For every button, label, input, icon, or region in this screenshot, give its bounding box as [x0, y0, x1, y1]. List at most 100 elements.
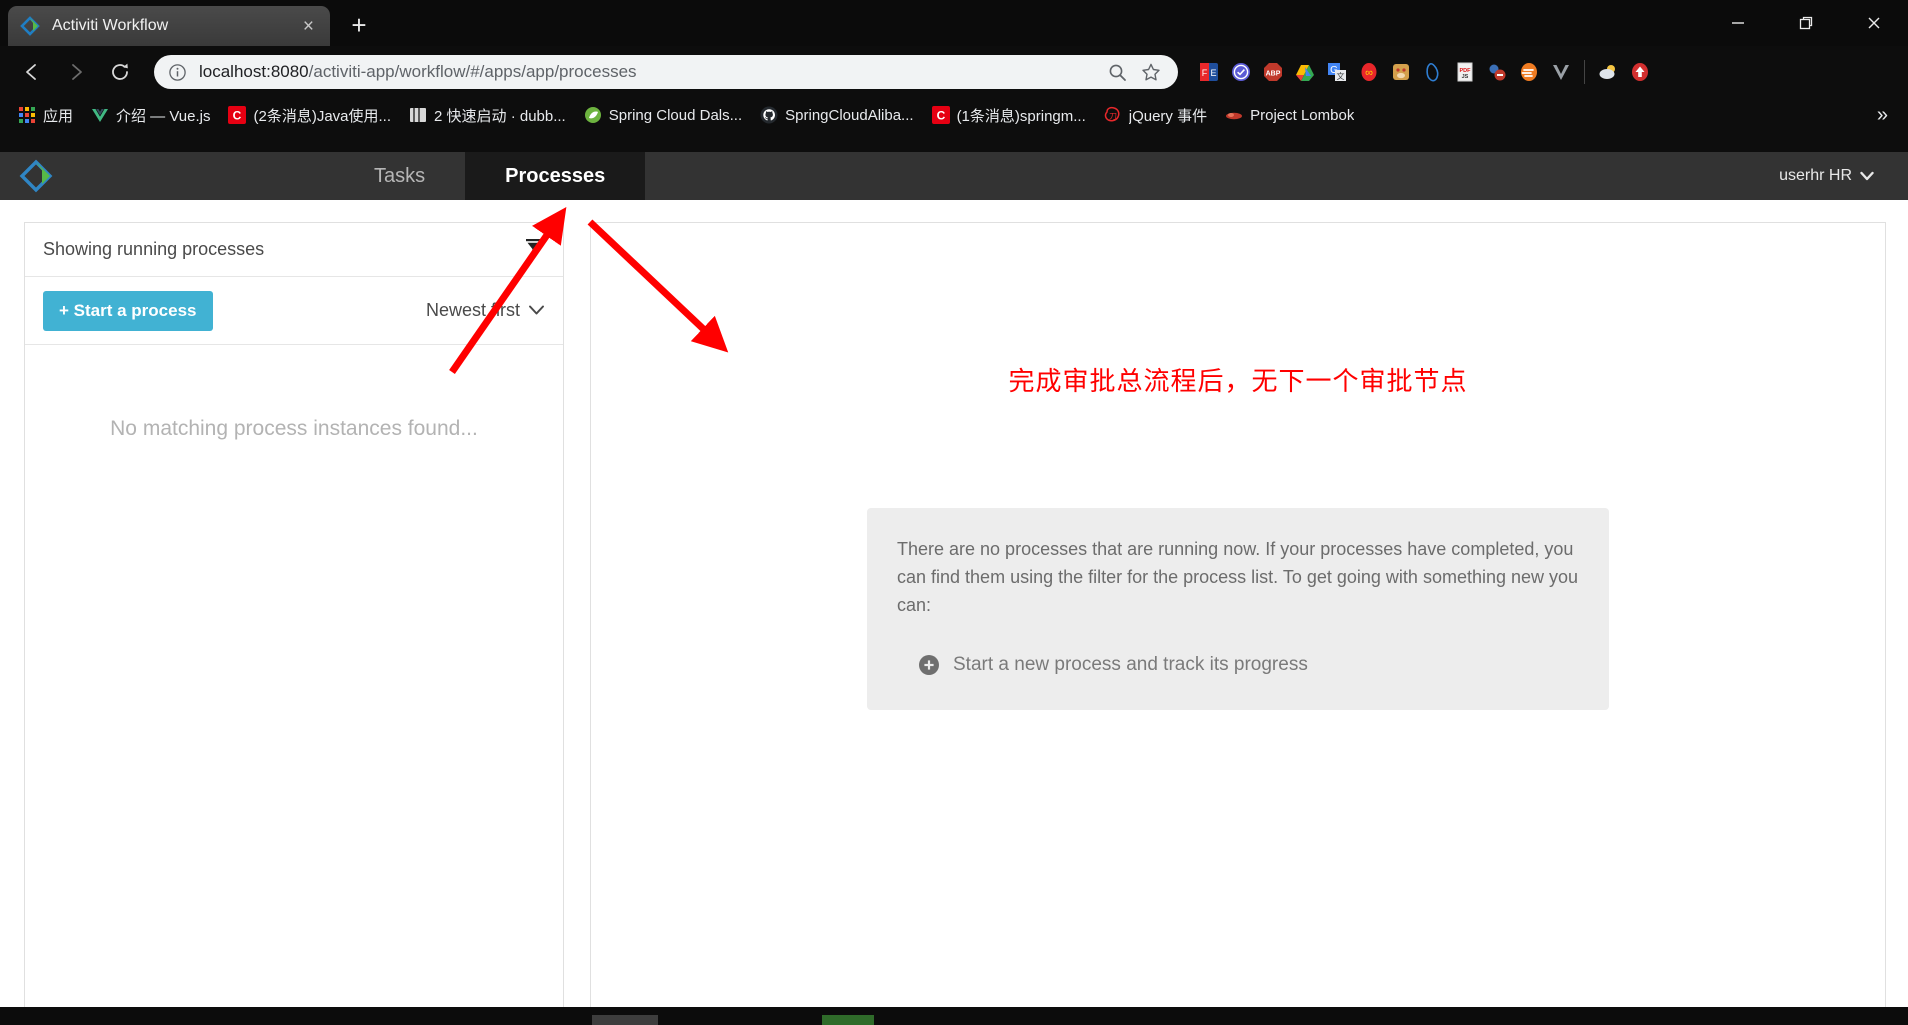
minimize-icon[interactable]	[1704, 0, 1772, 46]
smartupload-extension-icon[interactable]	[1482, 57, 1512, 87]
chinese-annotation-text: 完成审批总流程后，无下一个审批节点	[591, 361, 1885, 398]
back-button-icon[interactable]	[12, 52, 52, 92]
vuejs-icon	[91, 106, 109, 124]
tab-processes[interactable]: Processes	[465, 152, 645, 200]
xunlei-extension-icon[interactable]	[1514, 57, 1544, 87]
taskbar-item-b	[822, 1015, 874, 1025]
jquery-icon: 刀	[1104, 106, 1122, 124]
bookmark-item-dubbo[interactable]: 2 快速启动 · dubb...	[401, 101, 574, 130]
svg-text:F: F	[1202, 68, 1208, 78]
info-paragraph: There are no processes that are running …	[897, 536, 1579, 620]
forward-button-icon[interactable]	[56, 52, 96, 92]
info-circle-icon[interactable]	[168, 63, 187, 82]
chevron-down-icon	[1860, 169, 1874, 184]
start-process-button[interactable]: + Start a process	[43, 291, 213, 331]
svg-text:ABP: ABP	[1266, 71, 1281, 78]
svg-text:∞: ∞	[1365, 67, 1373, 79]
activiti-logo-icon[interactable]	[0, 152, 72, 200]
maximize-icon[interactable]	[1772, 0, 1840, 46]
app-body: Showing running processes + Start a proc…	[0, 200, 1908, 1007]
plus-circle-icon	[919, 655, 939, 675]
tampermonkey-extension-icon[interactable]	[1386, 57, 1416, 87]
fe-helper-extension-icon[interactable]: FE	[1194, 57, 1224, 87]
extensions-bar: FE ABP G文 ∞ PDFJS	[1188, 57, 1655, 87]
bookmarks-bar: 应用 介绍 — Vue.js C (2条消息)Java使用... 2 快速启动 …	[0, 98, 1908, 132]
taskbar-strip	[0, 1007, 1908, 1025]
google-translate-extension-icon[interactable]: G文	[1322, 57, 1352, 87]
apps-grid-icon	[18, 106, 36, 124]
star-icon[interactable]	[1138, 59, 1164, 85]
bookmark-item-lombok[interactable]: Project Lombok	[1217, 102, 1362, 128]
browser-window: Activiti Workflow × +	[0, 0, 1908, 1025]
bookmark-label: 应用	[43, 105, 73, 126]
browser-toolbar: localhost:8080/activiti-app/workflow/#/a…	[0, 46, 1908, 98]
new-tab-button[interactable]: +	[340, 6, 378, 44]
user-name: userhr HR	[1779, 167, 1852, 185]
process-filter-header: Showing running processes	[25, 223, 563, 277]
app-nav-tabs: Tasks Processes	[334, 152, 645, 200]
bookmark-item-jquery[interactable]: 刀 jQuery 事件	[1096, 101, 1215, 130]
google-drive-extension-icon[interactable]	[1290, 57, 1320, 87]
chevron-down-icon	[528, 300, 545, 321]
bookmark-item-csdn-springm[interactable]: C (1条消息)springm...	[924, 101, 1094, 130]
bookmark-item-apps[interactable]: 应用	[10, 101, 81, 130]
start-new-process-link[interactable]: Start a new process and track its progre…	[897, 654, 1579, 676]
bookmark-label: (2条消息)Java使用...	[253, 105, 391, 126]
bookmark-label: Project Lombok	[1250, 107, 1354, 124]
bookmark-item-spring-cloud[interactable]: Spring Cloud Dals...	[576, 102, 750, 128]
adblock-plus-extension-icon[interactable]: ABP	[1258, 57, 1288, 87]
github-icon	[760, 106, 778, 124]
bookmark-label: jQuery 事件	[1129, 105, 1207, 126]
app-navbar: Tasks Processes userhr HR	[0, 152, 1908, 200]
no-processes-info-box: There are no processes that are running …	[867, 508, 1609, 710]
svg-text:刀: 刀	[1109, 112, 1117, 121]
tab-close-icon[interactable]: ×	[299, 17, 318, 36]
upload-extension-icon[interactable]	[1625, 57, 1655, 87]
activiti-diamond-icon	[20, 16, 40, 36]
start-new-process-link-label: Start a new process and track its progre…	[953, 654, 1308, 676]
url-text: localhost:8080/activiti-app/workflow/#/a…	[199, 62, 1096, 82]
filter-status-label: Showing running processes	[43, 239, 264, 260]
bookmark-label: 2 快速启动 · dubb...	[434, 105, 566, 126]
sort-order-label: Newest first	[426, 300, 520, 321]
window-controls	[1704, 0, 1908, 46]
browser-tab-activiti[interactable]: Activiti Workflow ×	[8, 6, 330, 46]
toolbar-divider	[1584, 60, 1585, 84]
reload-button-icon[interactable]	[100, 52, 140, 92]
pdfjs-extension-icon[interactable]: PDFJS	[1450, 57, 1480, 87]
close-icon[interactable]	[1840, 0, 1908, 46]
bookmark-label: 介绍 — Vue.js	[116, 105, 210, 126]
process-list-actions: + Start a process Newest first	[25, 277, 563, 345]
spring-leaf-icon	[584, 106, 602, 124]
csdn-icon: C	[932, 106, 950, 124]
tab-title: Activiti Workflow	[52, 17, 299, 35]
evernote-clipper-extension-icon[interactable]	[1418, 57, 1448, 87]
search-icon[interactable]	[1104, 59, 1130, 85]
url-host: localhost:8080	[199, 62, 309, 81]
csdn-icon: C	[228, 106, 246, 124]
bookmark-item-csdn-java[interactable]: C (2条消息)Java使用...	[220, 101, 399, 130]
tab-strip: Activiti Workflow × +	[0, 0, 1908, 46]
svg-text:C: C	[936, 109, 945, 123]
lombok-icon	[1225, 106, 1243, 124]
svg-text:E: E	[1210, 68, 1216, 78]
bookmark-item-vuejs[interactable]: 介绍 — Vue.js	[83, 101, 218, 130]
tab-tasks[interactable]: Tasks	[334, 152, 465, 200]
url-path: /activiti-app/workflow/#/apps/app/proces…	[309, 62, 637, 81]
taskbar-item-a	[592, 1015, 658, 1025]
svg-text:文: 文	[1337, 71, 1345, 81]
process-detail-panel: 完成审批总流程后，无下一个审批节点 There are no processes…	[590, 222, 1886, 1025]
svg-text:JS: JS	[1462, 74, 1469, 80]
activiti-app: Tasks Processes userhr HR Showing runnin…	[0, 152, 1908, 1007]
sort-order-dropdown[interactable]: Newest first	[426, 300, 545, 321]
clock-check-extension-icon[interactable]	[1226, 57, 1256, 87]
bookmark-label: SpringCloudAliba...	[785, 107, 913, 124]
infinity-newtab-extension-icon[interactable]: ∞	[1354, 57, 1384, 87]
filter-funnel-icon[interactable]	[523, 236, 545, 263]
user-menu[interactable]: userhr HR	[1779, 152, 1908, 200]
bookmarks-overflow-icon[interactable]: »	[1867, 104, 1898, 127]
address-bar[interactable]: localhost:8080/activiti-app/workflow/#/a…	[154, 55, 1178, 89]
bookmark-item-springcloud-alibaba[interactable]: SpringCloudAliba...	[752, 102, 921, 128]
vimium-extension-icon[interactable]	[1546, 57, 1576, 87]
weather-extension-icon[interactable]	[1593, 57, 1623, 87]
